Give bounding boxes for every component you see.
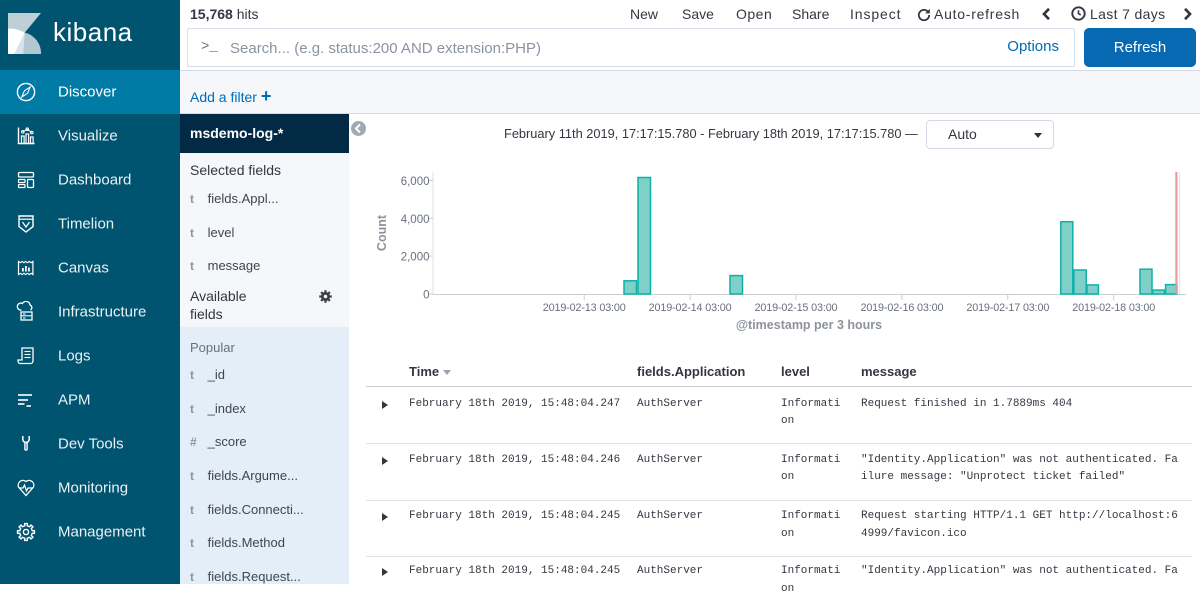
svg-text:2019-02-17 03:00: 2019-02-17 03:00 [966,302,1049,314]
svg-text:4,000: 4,000 [401,214,430,226]
svg-text:2019-02-18 03:00: 2019-02-18 03:00 [1072,302,1155,314]
svg-text:2019-02-13 03:00: 2019-02-13 03:00 [543,302,626,314]
svg-text:2019-02-15 03:00: 2019-02-15 03:00 [755,302,838,314]
svg-text:2,000: 2,000 [401,252,430,264]
svg-text:6,000: 6,000 [401,176,430,188]
svg-text:2019-02-16 03:00: 2019-02-16 03:00 [860,302,943,314]
svg-text:Count: Count [375,214,389,251]
svg-text:0: 0 [423,290,429,302]
svg-text:2019-02-14 03:00: 2019-02-14 03:00 [649,302,732,314]
svg-text:@timestamp per 3 hours: @timestamp per 3 hours [736,318,882,332]
